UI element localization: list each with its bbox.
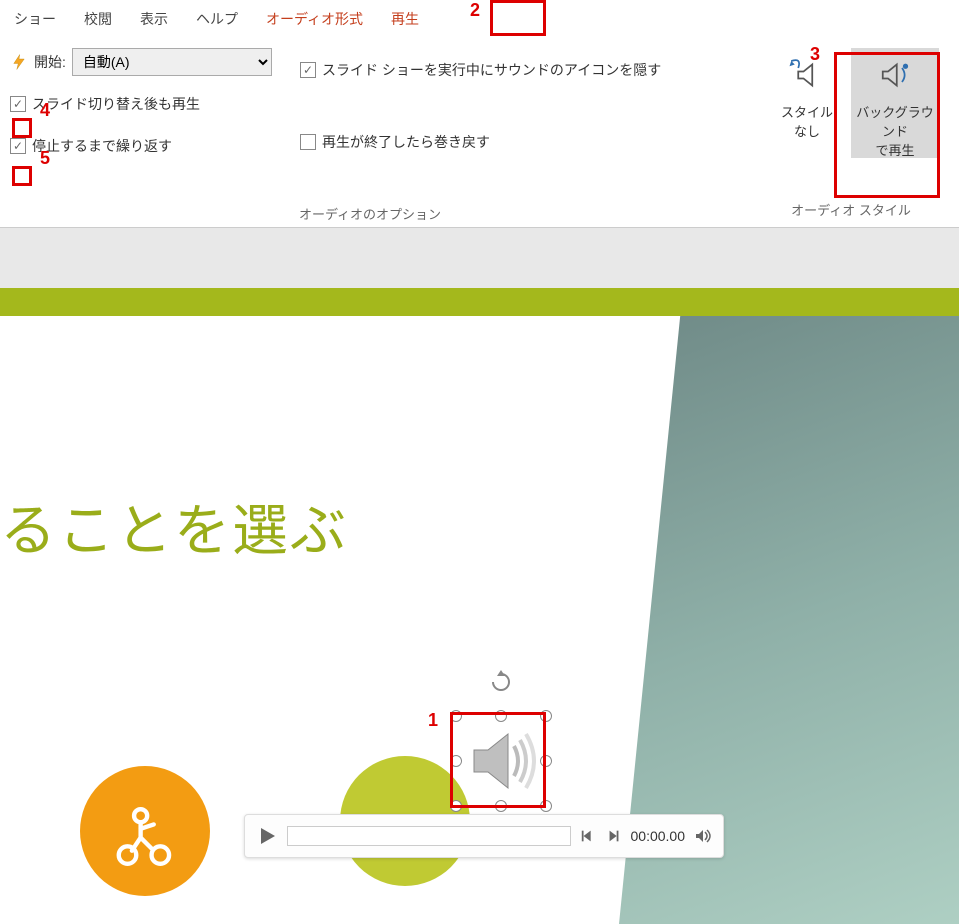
accent-bar <box>0 288 959 316</box>
checkbox-loop-label: 停止するまで繰り返す <box>32 136 172 156</box>
start-select[interactable]: 自動(A) <box>72 48 272 76</box>
tab-view[interactable]: 表示 <box>126 1 182 37</box>
checkbox-rewind[interactable]: 再生が終了したら巻き戻す <box>300 132 661 152</box>
speaker-icon <box>456 716 546 806</box>
audio-object[interactable] <box>456 716 546 806</box>
no-style-button[interactable]: スタイルなし <box>763 48 851 158</box>
tab-help[interactable]: ヘルプ <box>182 1 252 37</box>
bg-play-line1: バックグラウンド <box>856 105 933 139</box>
selection-handle[interactable] <box>495 800 507 812</box>
selection-handle[interactable] <box>450 800 462 812</box>
checkbox-hide-icon-label: スライド ショーを実行中にサウンドのアイコンを隠す <box>322 60 661 80</box>
checkbox-loop[interactable]: 停止するまで繰り返す <box>10 136 200 156</box>
tab-playback[interactable]: 再生 <box>377 1 433 37</box>
no-style-line1: スタイル <box>781 105 833 120</box>
checkbox-rewind-label: 再生が終了したら巻き戻す <box>322 132 490 152</box>
lightning-icon <box>10 53 28 71</box>
orange-circle-icon <box>80 766 210 896</box>
bg-play-line2: で再生 <box>875 143 914 158</box>
group-audio-styles-label: オーディオ スタイル <box>763 194 939 219</box>
selection-handle[interactable] <box>450 755 462 767</box>
check-icon <box>300 62 316 78</box>
selection-handle[interactable] <box>450 710 462 722</box>
play-button[interactable] <box>255 824 279 848</box>
volume-button[interactable] <box>693 826 713 846</box>
tab-audio-format[interactable]: オーディオ形式 <box>252 1 377 37</box>
document-background <box>0 228 959 288</box>
slide-canvas[interactable]: ることを選ぶ <box>0 316 959 924</box>
selection-handle[interactable] <box>540 755 552 767</box>
checkbox-play-across-label: スライド切り替え後も再生 <box>32 94 200 114</box>
selection-handle[interactable] <box>540 710 552 722</box>
bg-play-speaker-icon <box>874 54 916 96</box>
selection-handle[interactable] <box>540 800 552 812</box>
tab-slideshow[interactable]: ショー <box>0 1 70 37</box>
group-audio-options-label: オーディオのオプション <box>10 198 730 223</box>
ribbon-tabs: ショー 校閲 表示 ヘルプ オーディオ形式 再生 <box>0 0 959 38</box>
check-icon <box>10 138 26 154</box>
checkbox-play-across[interactable]: スライド切り替え後も再生 <box>10 94 200 114</box>
step-back-button[interactable] <box>579 827 597 845</box>
play-in-background-button[interactable]: バックグラウンドで再生 <box>851 48 939 158</box>
checkbox-hide-icon[interactable]: スライド ショーを実行中にサウンドのアイコンを隠す <box>300 60 661 80</box>
selection-handle[interactable] <box>495 710 507 722</box>
media-control-bar: 00:00.00 <box>244 814 724 858</box>
seek-track[interactable] <box>287 826 571 846</box>
step-forward-button[interactable] <box>605 827 623 845</box>
slide-title[interactable]: ることを選ぶ <box>0 486 348 567</box>
rotate-handle[interactable] <box>489 670 513 694</box>
start-label: 開始: <box>34 52 66 72</box>
group-audio-options: 開始: 自動(A) スライド切り替え後も再生 停止するまで繰り返す <box>0 38 740 227</box>
media-time: 00:00.00 <box>631 828 686 844</box>
no-style-line2: なし <box>794 124 820 139</box>
check-icon <box>10 96 26 112</box>
check-icon <box>300 134 316 150</box>
no-style-speaker-icon <box>786 54 828 96</box>
group-audio-styles: スタイルなし バックグラウンドで再生 オーディオ スタイル <box>740 38 959 227</box>
ribbon-body: 開始: 自動(A) スライド切り替え後も再生 停止するまで繰り返す <box>0 38 959 228</box>
tab-review[interactable]: 校閲 <box>70 1 126 37</box>
